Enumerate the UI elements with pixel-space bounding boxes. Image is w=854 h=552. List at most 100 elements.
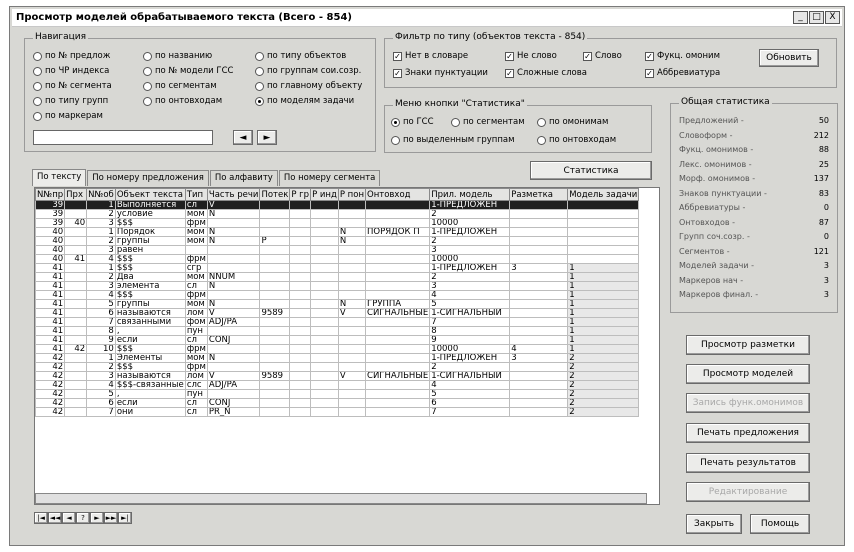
table-cell[interactable] (289, 398, 312, 408)
table-cell[interactable] (289, 227, 312, 237)
table-cell[interactable]: фрм (184, 218, 208, 228)
table-row[interactable]: 39 40 3 $$$ фрм 10000 (35, 218, 640, 228)
table-cell[interactable]: мом (184, 236, 208, 246)
column-header[interactable]: Часть речи (206, 188, 261, 201)
table-cell[interactable]: 7 (429, 407, 511, 417)
table-cell[interactable] (509, 317, 569, 327)
table-cell[interactable]: 42 (35, 362, 66, 372)
table-cell[interactable] (509, 398, 569, 408)
table-cell[interactable] (310, 371, 339, 381)
table-cell[interactable]: 2 (567, 362, 640, 372)
table-cell[interactable]: 1-СИГНАЛЬНЫЙ (429, 371, 511, 381)
table-cell[interactable] (259, 326, 291, 336)
table-cell[interactable]: 2 (429, 272, 511, 282)
tab-by-sentence-number[interactable]: По номеру предложения (87, 170, 209, 186)
filter-word[interactable]: ✓ Слово (583, 51, 622, 61)
nav-next-button[interactable]: ► (257, 130, 277, 145)
table-cell[interactable]: 41 (35, 335, 66, 345)
table-cell[interactable] (310, 398, 339, 408)
table-cell[interactable] (509, 326, 569, 336)
table-cell[interactable]: 2 (429, 236, 511, 246)
table-cell[interactable] (365, 344, 431, 354)
table-cell[interactable]: 1-СИГНАЛЬНЫЙ (429, 308, 511, 318)
table-cell[interactable]: 2 (86, 236, 116, 246)
table-cell[interactable]: 41 (35, 299, 66, 309)
table-cell[interactable] (337, 353, 367, 363)
table-cell[interactable]: $$$ (114, 290, 186, 300)
edit-button[interactable]: Редактирование (686, 482, 810, 502)
refresh-button[interactable]: Обновить (759, 49, 819, 67)
table-cell[interactable]: фрм (184, 290, 208, 300)
table-cell[interactable] (289, 344, 312, 354)
table-cell[interactable] (337, 272, 367, 282)
table-cell[interactable] (289, 209, 312, 219)
table-cell[interactable] (259, 407, 291, 417)
table-cell[interactable]: 3 (509, 263, 569, 273)
table-cell[interactable]: 10000 (429, 254, 511, 264)
table-cell[interactable]: они (114, 407, 186, 417)
table-cell[interactable] (310, 290, 339, 300)
table-cell[interactable]: 5 (86, 389, 116, 399)
table-cell[interactable]: 1 (86, 200, 116, 210)
table-cell[interactable]: группы (114, 236, 186, 246)
table-cell[interactable] (509, 290, 569, 300)
table-cell[interactable]: слс (184, 380, 208, 390)
print-sentences-button[interactable]: Печать предложения (686, 423, 810, 443)
nav-option-index[interactable]: по ЧР индекса (33, 66, 109, 76)
table-cell[interactable]: 2 (429, 362, 511, 372)
table-cell[interactable] (365, 218, 431, 228)
table-cell[interactable] (567, 245, 640, 255)
filter-func-homonym[interactable]: ✓ Фукц. омоним (645, 51, 720, 61)
table-cell[interactable] (289, 407, 312, 417)
table-cell[interactable]: 1-ПРЕДЛОЖЕН (429, 353, 511, 363)
table-cell[interactable] (64, 281, 88, 291)
table-row[interactable]: 41 2 Два мом NNUM 2 1 (35, 272, 640, 282)
table-row[interactable]: 42 5, пун 5 2 (35, 389, 640, 399)
table-cell[interactable]: 6 (86, 398, 116, 408)
table-cell[interactable]: 3 (509, 353, 569, 363)
table-cell[interactable] (206, 290, 261, 300)
table-cell[interactable] (337, 398, 367, 408)
table-cell[interactable]: 9589 (259, 308, 291, 318)
table-cell[interactable]: 4 (509, 344, 569, 354)
column-header[interactable]: Разметка (509, 188, 569, 201)
table-cell[interactable] (64, 290, 88, 300)
table-cell[interactable] (310, 299, 339, 309)
table-row[interactable]: 40 41 4 $$$ фрм 10000 (35, 254, 640, 264)
table-cell[interactable]: 3 (86, 371, 116, 381)
pager-button[interactable]: |◄ (34, 512, 48, 524)
table-cell[interactable]: 4 (429, 380, 511, 390)
table-cell[interactable] (310, 389, 339, 399)
pager-button[interactable]: ? (76, 512, 90, 524)
table-cell[interactable]: мом (184, 353, 208, 363)
table-cell[interactable]: 41 (35, 272, 66, 282)
table-cell[interactable] (310, 200, 339, 210)
table-cell[interactable] (64, 362, 88, 372)
table-cell[interactable] (259, 209, 291, 219)
table-cell[interactable]: $$$ (114, 254, 186, 264)
table-cell[interactable]: 10000 (429, 218, 511, 228)
table-cell[interactable] (310, 209, 339, 219)
table-cell[interactable] (310, 281, 339, 291)
table-cell[interactable]: 1 (86, 227, 116, 237)
table-cell[interactable]: СИГНАЛЬНЫЕ (365, 308, 431, 318)
table-cell[interactable]: 39 (35, 209, 66, 219)
table-cell[interactable]: 8 (86, 326, 116, 336)
table-cell[interactable]: связанными (114, 317, 186, 327)
table-cell[interactable] (365, 281, 431, 291)
nav-option-object-type[interactable]: по типу объектов (255, 51, 346, 61)
table-cell[interactable] (289, 281, 312, 291)
table-cell[interactable]: 1 (567, 290, 640, 300)
table-cell[interactable] (337, 290, 367, 300)
table-cell[interactable] (206, 254, 261, 264)
table-cell[interactable]: 42 (35, 380, 66, 390)
table-cell[interactable] (259, 245, 291, 255)
nav-option-gss-model[interactable]: по № модели ГСС (143, 66, 233, 76)
table-cell[interactable] (289, 371, 312, 381)
table-cell[interactable]: ПОРЯДОК П (365, 227, 431, 237)
column-header[interactable]: Потек (259, 188, 291, 201)
table-row[interactable]: 39 1 Выполняется сл V 1-ПРЕДЛОЖЕН (35, 200, 640, 210)
table-cell[interactable]: 1 (86, 263, 116, 273)
table-cell[interactable] (310, 227, 339, 237)
table-cell[interactable]: 6 (86, 308, 116, 318)
